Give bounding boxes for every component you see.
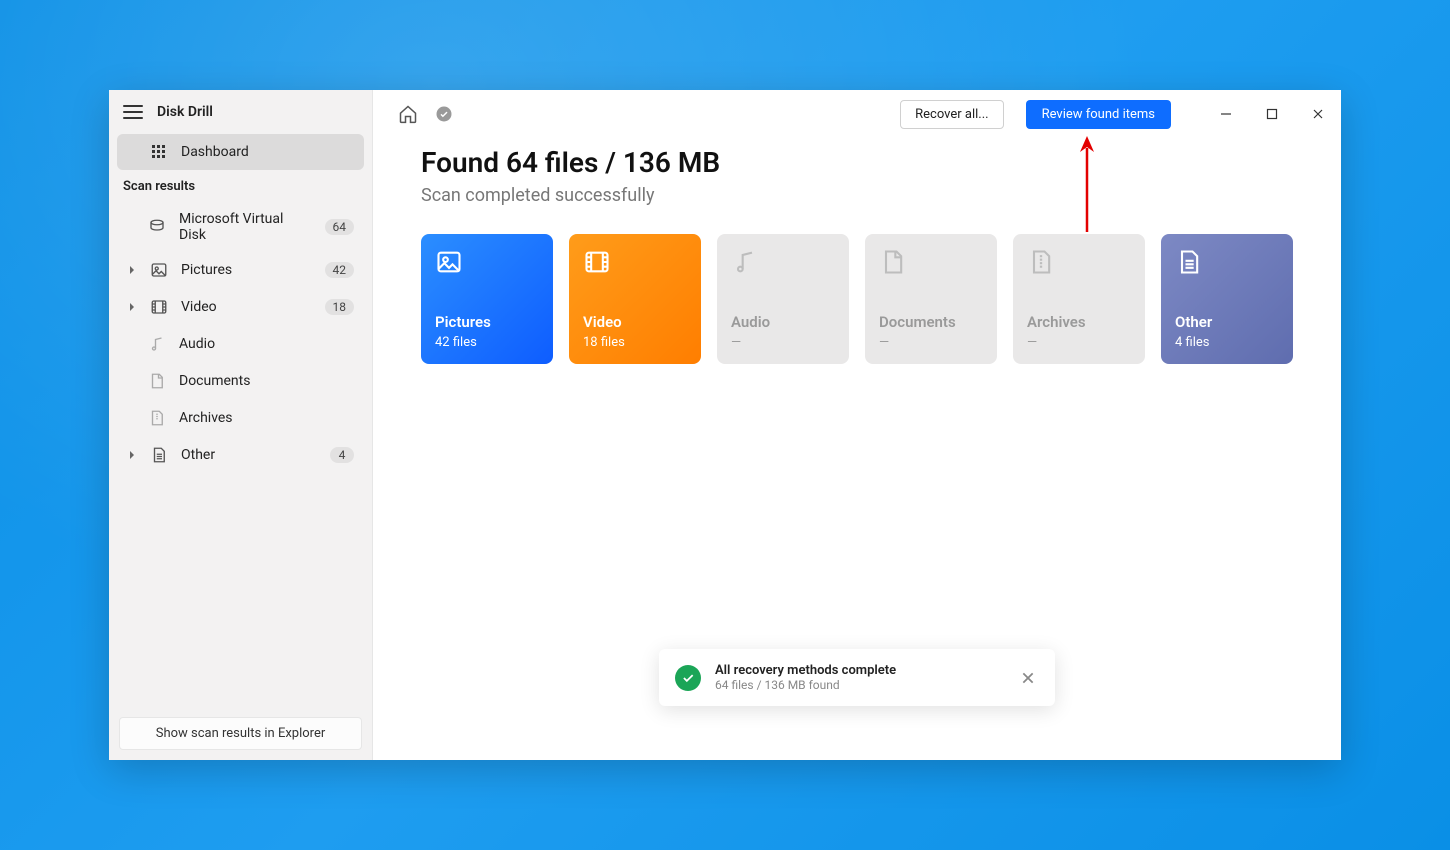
card-pictures[interactable]: Pictures 42 files bbox=[421, 234, 553, 364]
count-badge: 42 bbox=[325, 262, 355, 278]
app-window: Disk Drill Dashboard Scan results Micros… bbox=[109, 90, 1341, 760]
main-panel: Recover all... Review found items Found … bbox=[373, 90, 1341, 760]
card-subtitle: — bbox=[731, 335, 835, 350]
sidebar-footer: Show scan results in Explorer bbox=[109, 707, 372, 760]
chevron-right-icon bbox=[127, 266, 137, 274]
sidebar: Disk Drill Dashboard Scan results Micros… bbox=[109, 90, 373, 760]
card-archives[interactable]: Archives — bbox=[1013, 234, 1145, 364]
toast-notification: All recovery methods complete 64 files /… bbox=[659, 649, 1055, 706]
minimize-button[interactable] bbox=[1203, 97, 1249, 131]
sidebar-heading-scan-results: Scan results bbox=[117, 171, 364, 202]
archive-icon bbox=[147, 408, 167, 428]
film-icon bbox=[583, 248, 611, 276]
sidebar-item-disk[interactable]: Microsoft Virtual Disk 64 bbox=[117, 203, 364, 251]
toast-title: All recovery methods complete bbox=[715, 663, 1003, 678]
category-cards: Pictures 42 files Video 18 files Audio — bbox=[421, 234, 1293, 364]
card-subtitle: — bbox=[879, 335, 983, 350]
picture-icon bbox=[435, 248, 463, 276]
chevron-right-icon bbox=[127, 451, 137, 459]
count-badge: 18 bbox=[325, 299, 355, 315]
card-subtitle: — bbox=[1027, 335, 1131, 350]
menu-icon[interactable] bbox=[123, 105, 143, 119]
sidebar-item-documents[interactable]: Documents bbox=[117, 363, 364, 399]
sidebar-item-label: Audio bbox=[179, 336, 354, 352]
sidebar-header: Disk Drill bbox=[109, 90, 372, 130]
toast-close-button[interactable] bbox=[1017, 667, 1039, 689]
sidebar-item-label: Microsoft Virtual Disk bbox=[179, 211, 313, 243]
close-button[interactable] bbox=[1295, 97, 1341, 131]
content-area: Found 64 files / 136 MB Scan completed s… bbox=[373, 138, 1341, 384]
picture-icon bbox=[149, 260, 169, 280]
recover-all-button[interactable]: Recover all... bbox=[900, 100, 1003, 129]
count-badge: 64 bbox=[325, 219, 355, 235]
chevron-right-icon bbox=[127, 303, 137, 311]
music-icon bbox=[147, 334, 167, 354]
sidebar-item-label: Pictures bbox=[181, 262, 313, 278]
card-title: Documents bbox=[879, 313, 983, 331]
document-icon bbox=[147, 371, 167, 391]
music-icon bbox=[731, 248, 759, 276]
card-title: Other bbox=[1175, 313, 1279, 331]
film-icon bbox=[149, 297, 169, 317]
card-video[interactable]: Video 18 files bbox=[569, 234, 701, 364]
sidebar-item-label: Other bbox=[181, 447, 318, 463]
card-title: Archives bbox=[1027, 313, 1131, 331]
check-badge-icon[interactable] bbox=[433, 103, 455, 125]
count-badge: 4 bbox=[330, 447, 354, 463]
results-subtitle: Scan completed successfully bbox=[421, 185, 1293, 206]
card-title: Audio bbox=[731, 313, 835, 331]
sidebar-item-video[interactable]: Video 18 bbox=[117, 289, 364, 325]
sidebar-item-label: Archives bbox=[179, 410, 354, 426]
app-title: Disk Drill bbox=[157, 104, 213, 120]
review-found-items-button[interactable]: Review found items bbox=[1026, 100, 1171, 129]
file-icon bbox=[1175, 248, 1203, 276]
card-subtitle: 18 files bbox=[583, 335, 687, 350]
sidebar-item-label: Documents bbox=[179, 373, 354, 389]
check-circle-icon bbox=[675, 665, 701, 691]
card-title: Video bbox=[583, 313, 687, 331]
grid-icon bbox=[149, 142, 169, 162]
card-subtitle: 4 files bbox=[1175, 335, 1279, 350]
toast-subtitle: 64 files / 136 MB found bbox=[715, 678, 1003, 692]
maximize-button[interactable] bbox=[1249, 97, 1295, 131]
sidebar-item-audio[interactable]: Audio bbox=[117, 326, 364, 362]
sidebar-item-label: Dashboard bbox=[181, 144, 354, 160]
sidebar-item-archives[interactable]: Archives bbox=[117, 400, 364, 436]
show-in-explorer-button[interactable]: Show scan results in Explorer bbox=[119, 717, 362, 750]
file-icon bbox=[149, 445, 169, 465]
archive-icon bbox=[1027, 248, 1055, 276]
card-other[interactable]: Other 4 files bbox=[1161, 234, 1293, 364]
results-title: Found 64 files / 136 MB bbox=[421, 146, 1293, 179]
sidebar-item-pictures[interactable]: Pictures 42 bbox=[117, 252, 364, 288]
toolbar: Recover all... Review found items bbox=[373, 90, 1341, 138]
card-documents[interactable]: Documents — bbox=[865, 234, 997, 364]
card-subtitle: 42 files bbox=[435, 335, 539, 350]
window-controls bbox=[1203, 97, 1341, 131]
card-title: Pictures bbox=[435, 313, 539, 331]
sidebar-items: Dashboard Scan results Microsoft Virtual… bbox=[109, 130, 372, 707]
sidebar-item-dashboard[interactable]: Dashboard bbox=[117, 134, 364, 170]
home-icon[interactable] bbox=[397, 103, 419, 125]
document-icon bbox=[879, 248, 907, 276]
disk-icon bbox=[147, 217, 167, 237]
sidebar-item-other[interactable]: Other 4 bbox=[117, 437, 364, 473]
card-audio[interactable]: Audio — bbox=[717, 234, 849, 364]
sidebar-item-label: Video bbox=[181, 299, 313, 315]
